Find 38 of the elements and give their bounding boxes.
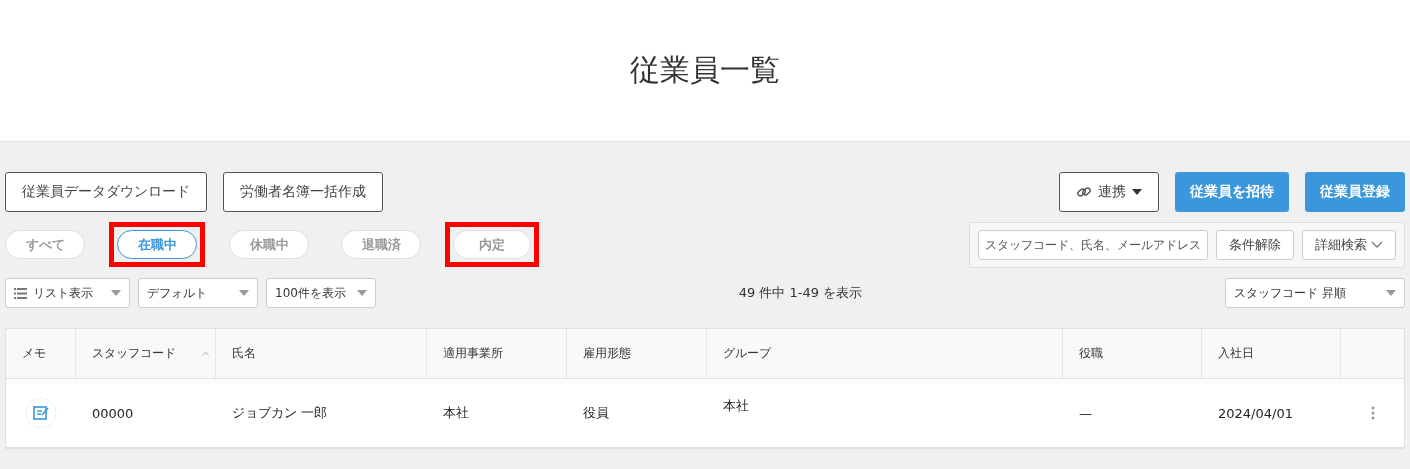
column-header[interactable]: スタッフコード — [92, 345, 176, 362]
table-cell: 2024/04/01 — [1218, 405, 1293, 421]
column-header[interactable]: 雇用形態 — [583, 345, 631, 362]
column-header[interactable]: 役職 — [1079, 345, 1103, 362]
table-cell: 00000 — [92, 405, 134, 421]
table-cell: 本社 — [443, 404, 469, 422]
clear-button[interactable]: 条件解除 — [1216, 230, 1294, 260]
view-select[interactable]: 100件を表示 — [266, 278, 376, 308]
memo-edit-icon[interactable] — [25, 397, 57, 429]
page-title: 従業員一覧 — [630, 51, 780, 89]
column-header[interactable]: 氏名 — [232, 345, 256, 362]
caret-icon — [239, 290, 249, 296]
table-cell: ジョブカン 一郎 — [232, 404, 328, 422]
sort-select[interactable]: スタッフコード 昇順 — [1225, 278, 1405, 308]
result-count: 49 件中 1-49 を表示 — [737, 284, 864, 302]
table-cell: 本社 — [723, 397, 749, 415]
caret-icon — [1386, 290, 1396, 296]
caret-icon — [357, 290, 367, 296]
link-menu-button[interactable]: 連携 — [1059, 172, 1159, 212]
view-select[interactable]: デフォルト — [138, 278, 258, 308]
table-cell: — — [1079, 405, 1092, 421]
column-header[interactable]: メモ — [22, 345, 46, 362]
action-button[interactable]: 従業員データダウンロード — [5, 172, 207, 212]
column-header[interactable]: 適用事業所 — [443, 345, 503, 362]
list-icon — [14, 287, 27, 299]
action-button[interactable]: 労働者名簿一括作成 — [223, 172, 383, 212]
column-header[interactable]: 入社日 — [1218, 345, 1254, 362]
chevron-down-icon — [1371, 241, 1383, 249]
advanced-search-button[interactable]: 詳細検索 — [1302, 230, 1396, 260]
column-header[interactable]: グループ — [723, 345, 771, 362]
sort-up-icon — [202, 351, 209, 356]
link-icon — [1076, 184, 1092, 200]
view-select[interactable]: リスト表示 — [5, 278, 130, 308]
table-cell: 役員 — [583, 404, 609, 422]
more-icon[interactable] — [1370, 406, 1375, 420]
search-field[interactable]: スタッフコード、氏名、メールアドレス — [978, 230, 1208, 260]
caret-icon — [1132, 189, 1142, 195]
caret-icon — [111, 290, 121, 296]
